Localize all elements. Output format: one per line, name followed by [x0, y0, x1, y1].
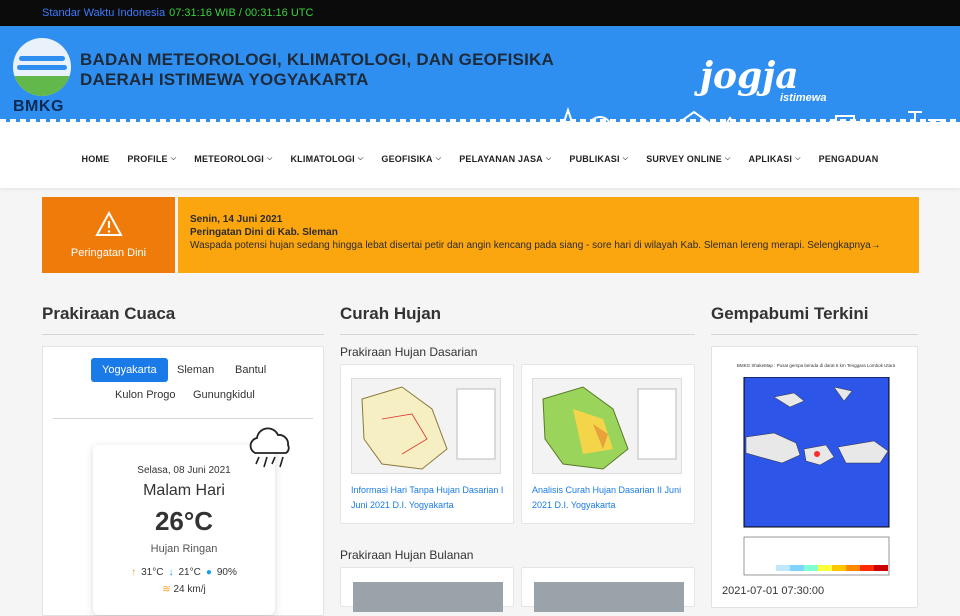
clock: 07:31:16 WIB / 00:31:16 UTC	[169, 7, 314, 19]
banner-wave	[0, 119, 960, 130]
nav-item-survey-online[interactable]: SURVEY ONLINE ⌵	[637, 154, 739, 164]
rain-cloud-icon	[249, 427, 290, 468]
humidity: 90%	[216, 567, 237, 578]
chevron-down-icon: ⌵	[357, 155, 364, 162]
tab-kulon-progo[interactable]: Kulon Progo	[104, 383, 187, 407]
tab-gunungkidul[interactable]: Gunungkidul	[182, 383, 266, 407]
humidity-icon: ●	[205, 567, 212, 578]
min-temp-icon: ↓	[168, 567, 174, 578]
daily-rain-heading: Prakiraan Hujan Dasarian	[340, 345, 478, 359]
nav-item-pengaduan[interactable]: PENGADUAN	[810, 154, 888, 164]
monthly-rain-card-2[interactable]	[521, 567, 695, 612]
chevron-down-icon: ⌵	[435, 155, 442, 162]
nav-item-label: SURVEY ONLINE	[646, 154, 723, 164]
nav-item-label: PROFILE	[127, 154, 168, 164]
min-temp: 21°C	[178, 567, 201, 578]
daily-rain-card-2[interactable]: Analisis Curah Hujan Dasarian II Juni 20…	[521, 364, 695, 524]
early-warning-label: Peringatan Dini	[70, 247, 147, 259]
header-banner: BMKG BADAN METEOROLOGI, KLIMATOLOGI, DAN…	[0, 26, 960, 130]
forecast-divider	[42, 334, 324, 335]
earthquake-title: Gempabumi Terkini	[711, 304, 869, 323]
org-line-2: DAERAH ISTIMEWA YOGYAKARTA	[80, 70, 369, 89]
rain-map-thumbnail	[353, 582, 503, 612]
nav-item-home[interactable]: HOME	[73, 154, 119, 164]
logo-text: BMKG	[13, 98, 64, 115]
chevron-down-icon: ⌵	[725, 155, 731, 162]
chevron-down-icon: ⌵	[795, 155, 801, 162]
nav-item-label: HOME	[81, 154, 110, 164]
max-temp: 31°C	[141, 567, 164, 578]
wind-icon: ≋	[162, 584, 171, 595]
forecast-period: Malam Hari	[143, 482, 225, 499]
alert-text[interactable]: Waspada potensi hujan sedang hingga leba…	[190, 240, 881, 251]
nav-item-label: PELAYANAN JASA	[459, 154, 543, 164]
org-line-1: BADAN METEOROLOGI, KLIMATOLOGI, DAN GEOF…	[80, 50, 554, 69]
shakemap-image	[743, 377, 890, 576]
nav-item-geofisika[interactable]: GEOFISIKA ⌵	[372, 154, 450, 164]
tab-yogyakarta[interactable]: Yogyakarta	[91, 358, 168, 382]
tab-sleman[interactable]: Sleman	[166, 358, 225, 382]
forecast-title: Prakiraan Cuaca	[42, 304, 176, 323]
nav-list: HOME PROFILE ⌵ METEOROLOGI ⌵ KLIMATOLOGI ⌵ GEOF…	[73, 154, 888, 164]
alert-title: Peringatan Dini di Kab. Sleman	[190, 227, 338, 238]
nav-item-label: PUBLIKASI	[569, 154, 620, 164]
nav-item-publikasi[interactable]: PUBLIKASI ⌵	[560, 154, 637, 164]
tabs-divider	[53, 418, 313, 419]
tab-bantul[interactable]: Bantul	[224, 358, 277, 382]
wind-row: ≋ 24 km/j	[93, 584, 275, 595]
time-standard-label: Standar Waktu Indonesia	[42, 7, 166, 19]
nav-item-label: PENGADUAN	[818, 154, 879, 164]
nav-item-label: METEOROLOGI	[194, 154, 264, 164]
daily-rain-caption-1[interactable]: Informasi Hari Tanpa Hujan Dasarian I Ju…	[351, 483, 505, 513]
bmkg-emblem	[13, 38, 71, 96]
chevron-down-icon: ⌵	[170, 155, 177, 162]
shakemap-title: BMKG ShakeMap : Pusat gempa berada di da…	[736, 363, 896, 368]
chevron-down-icon: ⌵	[622, 155, 629, 162]
nav-item-pelayanan-jasa[interactable]: PELAYANAN JASA ⌵	[450, 154, 560, 164]
time-bar: Standar Waktu Indonesia 07:31:16 WIB / 0…	[0, 0, 960, 26]
daily-rain-card-1[interactable]: Informasi Hari Tanpa Hujan Dasarian I Ju…	[340, 364, 514, 524]
earthquake-divider	[711, 334, 918, 335]
nav-item-klimatologi[interactable]: KLIMATOLOGI ⌵	[281, 154, 372, 164]
monthly-rain-card-1[interactable]	[340, 567, 514, 612]
forecast-stats: ↑ 31°C ↓ 21°C ● 90%	[93, 567, 275, 578]
rainfall-divider	[340, 334, 695, 335]
main-nav: HOME PROFILE ⌵ METEOROLOGI ⌵ KLIMATOLOGI ⌵ GEOF…	[0, 130, 960, 188]
chevron-down-icon: ⌵	[266, 155, 273, 162]
rainfall-title: Curah Hujan	[340, 304, 442, 323]
rain-map-thumbnail	[351, 378, 501, 474]
chevron-down-icon: ⌵	[545, 155, 552, 162]
monthly-rain-heading: Prakiraan Hujan Bulanan	[340, 548, 474, 562]
early-warning-badge: Peringatan Dini	[42, 197, 175, 273]
wind-speed: 24 km/j	[173, 584, 206, 595]
early-warning-banner[interactable]: Peringatan Dini Senin, 14 Juni 2021 Peri…	[42, 197, 919, 273]
early-warning-content: Senin, 14 Juni 2021 Peringatan Dini di K…	[178, 197, 919, 273]
daily-rain-caption-2[interactable]: Analisis Curah Hujan Dasarian II Juni 20…	[532, 483, 686, 513]
earthquake-card[interactable]: BMKG ShakeMap : Pusat gempa berada di da…	[711, 346, 918, 608]
forecast-condition: Hujan Ringan	[150, 543, 218, 555]
bmkg-logo[interactable]: BMKG	[13, 38, 73, 128]
organization-name: BADAN METEOROLOGI, KLIMATOLOGI, DAN GEOF…	[80, 50, 554, 90]
nav-item-label: GEOFISIKA	[381, 154, 433, 164]
rain-map-thumbnail	[532, 378, 682, 474]
nav-item-label: APLIKASI	[748, 154, 793, 164]
nav-item-aplikasi[interactable]: APLIKASI ⌵	[740, 154, 810, 164]
nav-item-label: KLIMATOLOGI	[290, 154, 355, 164]
alert-date: Senin, 14 Juni 2021	[190, 214, 283, 225]
max-temp-icon: ↑	[131, 567, 137, 578]
rain-map-thumbnail	[534, 582, 684, 612]
nav-item-profile[interactable]: PROFILE ⌵	[118, 154, 185, 164]
jogja-istimewa-logo: jogja	[700, 55, 799, 97]
warning-icon	[94, 211, 123, 236]
earthquake-timestamp: 2021-07-01 07:30:00	[722, 585, 825, 597]
nav-item-meteorologi[interactable]: METEOROLOGI ⌵	[185, 154, 281, 164]
forecast-temperature: 26°C	[154, 506, 214, 536]
